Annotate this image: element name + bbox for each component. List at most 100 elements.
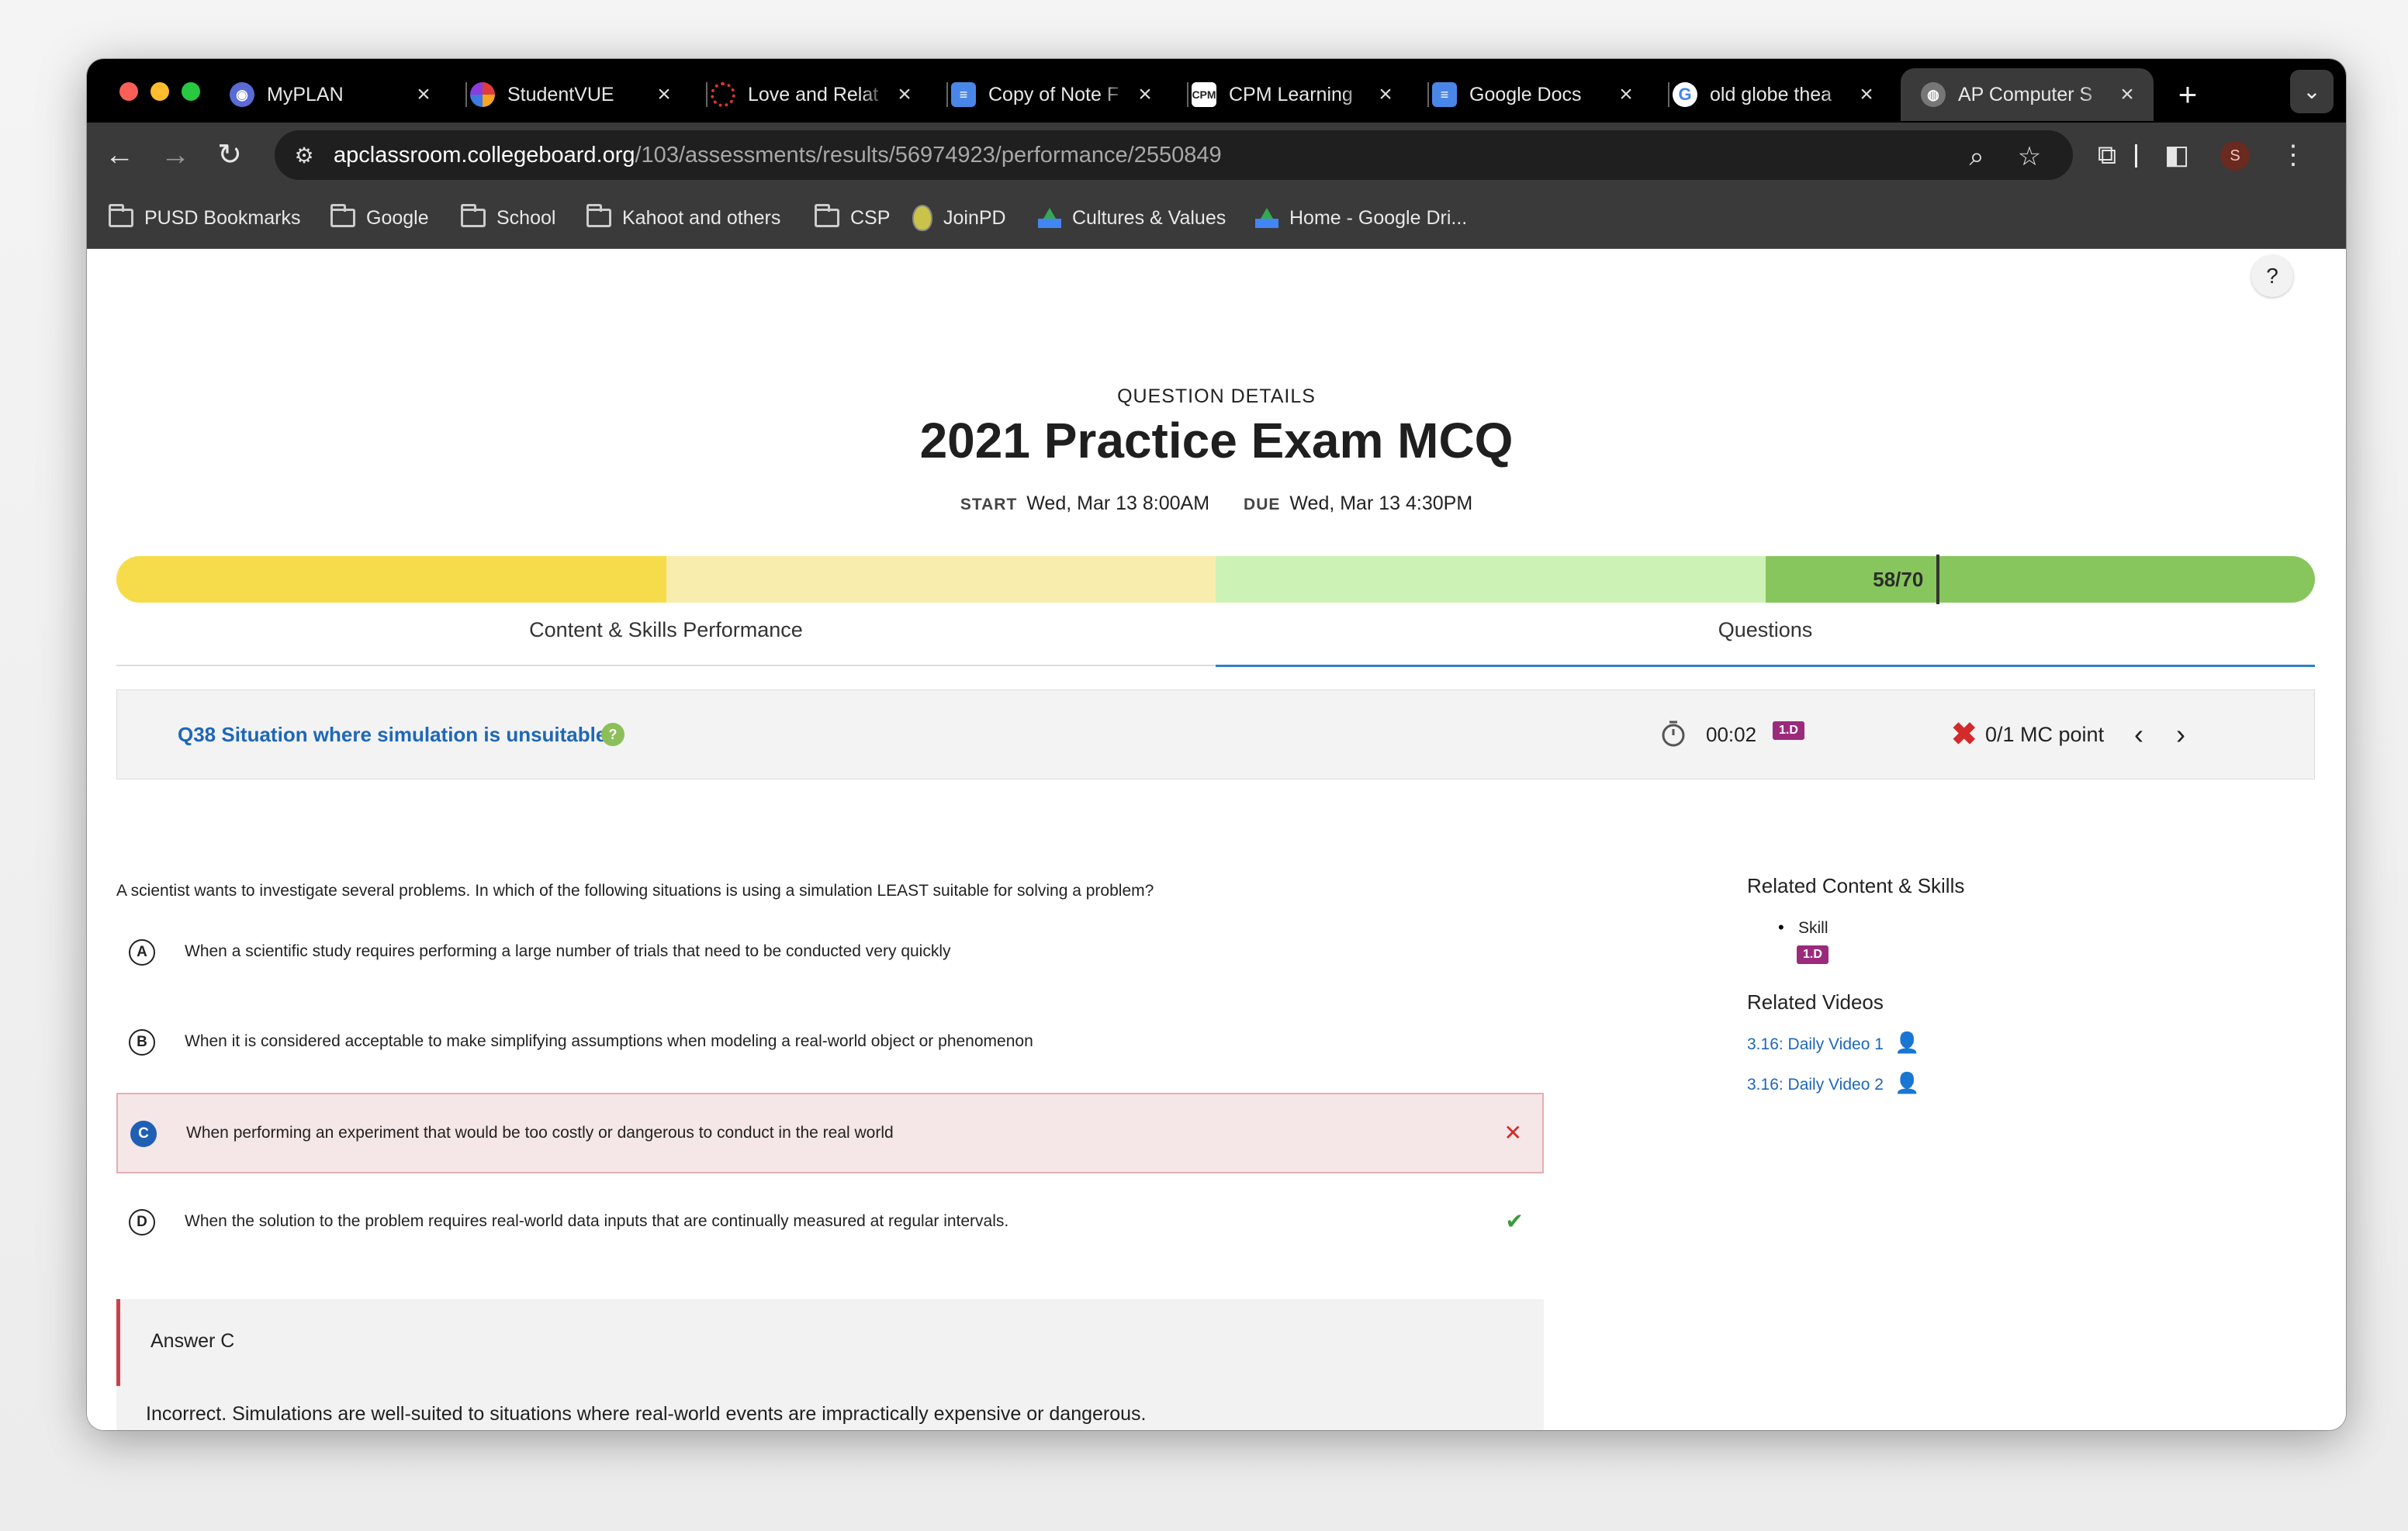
start-label: START — [960, 496, 1018, 513]
due-label: DUE — [1244, 496, 1281, 513]
question-header: Q38 Situation where simulation is unsuit… — [116, 689, 2315, 779]
url-host: apclassroom.collegeboard.org — [334, 142, 635, 168]
answer-option-c: C When performing an experiment that wou… — [116, 1093, 1544, 1173]
option-letter: A — [129, 939, 155, 966]
reload-button[interactable]: ↻ — [211, 137, 248, 174]
minimize-window-button[interactable] — [150, 82, 169, 101]
browser-tab[interactable]: ≡ Google Docs × — [1412, 68, 1652, 121]
tab-title: StudentVUE — [507, 83, 614, 105]
page-overline: QUESTION DETAILS — [1117, 385, 1316, 407]
bookmark-label: School — [496, 206, 556, 229]
tab-title: Love and Relat — [748, 83, 879, 105]
myplan-icon: ◉ — [230, 82, 254, 107]
bookmark-label: CSP — [850, 206, 891, 229]
browser-tab[interactable]: CPM CPM Learning × — [1171, 68, 1412, 121]
option-text: When the solution to the problem require… — [185, 1212, 1009, 1230]
bookmark-google[interactable]: Google — [330, 188, 429, 248]
tab-title: AP Computer S — [1958, 83, 2093, 105]
canvas-icon — [711, 82, 735, 107]
bookmark-label: Home - Google Dri... — [1289, 206, 1468, 229]
close-tab-icon[interactable]: × — [1370, 81, 1401, 108]
bookmark-kahoot[interactable]: Kahoot and others — [586, 188, 780, 248]
question-type-icon: ? — [601, 723, 624, 746]
browser-window: ◉ MyPLAN × StudentVUE × Love and Relat ×… — [87, 59, 2346, 1430]
close-tab-icon[interactable]: × — [1851, 81, 1882, 108]
browser-tab[interactable]: G old globe thea × — [1652, 68, 1893, 121]
bookmark-star-icon[interactable]: ☆ — [2011, 138, 2048, 175]
bookmark-joinpd[interactable]: JoinPD — [912, 188, 1006, 248]
related-videos-heading: Related Videos — [1747, 990, 1884, 1014]
pear-icon — [912, 205, 932, 231]
stopwatch-icon — [1662, 721, 1685, 747]
browser-tab[interactable]: ≡ Copy of Note F × — [931, 68, 1171, 121]
tab-search-button[interactable]: ⌄ — [2290, 70, 2334, 113]
tab-title: old globe thea — [1710, 83, 1832, 105]
tab-questions[interactable]: Questions — [1216, 595, 2315, 667]
zoom-icon[interactable]: ⌕ — [1958, 138, 1995, 175]
tab-strip: ◉ MyPLAN × StudentVUE × Love and Relat ×… — [87, 59, 2346, 123]
related-content-heading: Related Content & Skills — [1747, 874, 1965, 897]
browser-tab[interactable]: StudentVUE × — [450, 68, 690, 121]
side-panel-icon[interactable]: ◧ — [2158, 137, 2195, 174]
close-tab-icon[interactable]: × — [408, 81, 439, 108]
url-text[interactable]: apclassroom.collegeboard.org/103/assessm… — [334, 143, 1222, 168]
bookmark-label: Cultures & Values — [1072, 206, 1226, 229]
back-button[interactable]: ← — [101, 137, 138, 174]
tab-title: MyPLAN — [267, 83, 344, 105]
profile-avatar[interactable]: S — [2220, 141, 2250, 171]
start-date: Wed, Mar 13 8:00AM — [1026, 492, 1210, 514]
folder-icon — [815, 204, 839, 227]
forward-button[interactable]: → — [157, 137, 194, 174]
tab-title: Copy of Note F — [988, 83, 1119, 105]
browser-tab[interactable]: Love and Relat × — [690, 68, 931, 121]
option-letter: D — [129, 1209, 155, 1236]
bookmark-csp[interactable]: CSP — [815, 188, 890, 248]
answer-accent-bar — [116, 1299, 120, 1386]
time-spent: 00:02 — [1706, 723, 1757, 746]
close-window-button[interactable] — [119, 82, 138, 101]
close-tab-icon[interactable]: × — [2112, 81, 2143, 108]
page-content: ? QUESTION DETAILS 2021 Practice Exam MC… — [87, 249, 2346, 1430]
close-tab-icon[interactable]: × — [889, 81, 920, 108]
browser-menu-icon[interactable]: ⋮ — [2275, 137, 2312, 174]
skill-label: Skill — [1798, 919, 1828, 937]
bookmark-school[interactable]: School — [461, 188, 555, 248]
bookmark-home-drive[interactable]: Home - Google Dri... — [1255, 188, 1467, 248]
new-tab-button[interactable]: + — [2166, 73, 2209, 116]
option-letter: B — [129, 1029, 155, 1056]
globe-icon: ◍ — [1921, 82, 1946, 107]
close-tab-icon[interactable]: × — [1611, 81, 1642, 108]
browser-tab[interactable]: ◉ MyPLAN × — [209, 68, 450, 121]
google-icon: G — [1673, 82, 1697, 107]
extensions-icon[interactable]: ⧉ — [2088, 137, 2126, 174]
question-prompt: A scientist wants to investigate several… — [116, 882, 1154, 900]
answer-explanation: Incorrect. Simulations are well-suited t… — [146, 1403, 1147, 1425]
help-button[interactable]: ? — [2251, 255, 2293, 297]
incorrect-x-icon: ✕ — [1503, 1121, 1522, 1145]
question-title-link[interactable]: Q38 Situation where simulation is unsuit… — [178, 690, 607, 779]
address-bar[interactable]: ⚙ apclassroom.collegeboard.org/103/asses… — [275, 130, 2073, 180]
google-drive-icon — [1038, 208, 1061, 228]
maximize-window-button[interactable] — [182, 82, 200, 101]
video-link-2[interactable]: 3.16: Daily Video 2 — [1747, 1076, 1884, 1094]
bookmark-pusd[interactable]: PUSD Bookmarks — [109, 188, 300, 248]
tab-content-skills[interactable]: Content & Skills Performance — [116, 595, 1216, 666]
skill-bullet: • — [1778, 918, 1784, 937]
bookmark-cultures[interactable]: Cultures & Values — [1038, 188, 1226, 248]
answer-option-d: D When the solution to the problem requi… — [116, 1183, 1544, 1260]
option-text: When a scientific study requires perform… — [185, 942, 951, 960]
answer-label: Answer C — [150, 1330, 235, 1352]
browser-tab-active[interactable]: ◍ AP Computer S × — [1901, 68, 2154, 121]
close-tab-icon[interactable]: × — [649, 81, 680, 108]
next-question-button[interactable]: › — [2176, 690, 2185, 779]
video-link-1[interactable]: 3.16: Daily Video 1 — [1747, 1035, 1884, 1054]
close-tab-icon[interactable]: × — [1130, 81, 1161, 108]
points-earned: 0/1 MC point — [1985, 723, 2105, 746]
option-text: When performing an experiment that would… — [186, 1124, 894, 1142]
site-settings-icon[interactable]: ⚙ — [289, 143, 320, 168]
correct-check-icon: ✔ — [1505, 1209, 1524, 1233]
bookmarks-folder-icon — [109, 204, 133, 227]
previous-question-button[interactable]: ‹ — [2134, 690, 2143, 779]
bookmark-label: Google — [366, 206, 429, 229]
studentvue-icon — [470, 82, 495, 107]
